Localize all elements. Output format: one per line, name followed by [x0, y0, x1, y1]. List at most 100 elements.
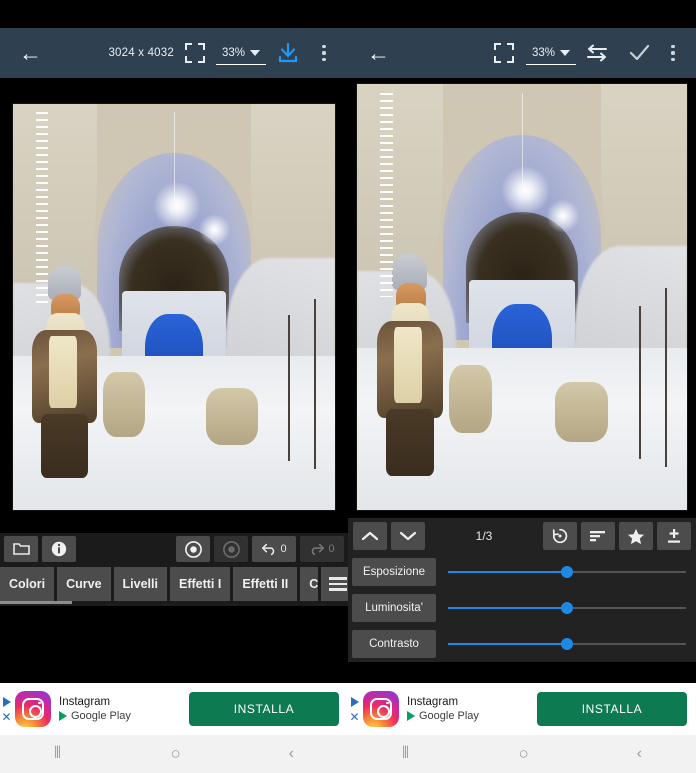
google-play-icon — [407, 711, 415, 721]
tab-scrollbar-thumb[interactable] — [0, 601, 72, 604]
install-button[interactable]: INSTALLA — [189, 692, 339, 726]
slider-row-luminosita: Luminosita' — [348, 590, 696, 626]
ad-store-label: Google Play — [419, 710, 479, 722]
next-preset-button[interactable] — [391, 522, 425, 550]
target-dim-icon — [222, 540, 240, 558]
tab-effetti-1[interactable]: Effetti I — [169, 567, 231, 601]
back-arrow-icon — [367, 41, 391, 65]
left-panel: 3024 x 4032 33% — [0, 28, 348, 735]
back-button[interactable] — [10, 28, 52, 78]
redo-count: 0 — [328, 543, 335, 555]
levels-button[interactable] — [581, 522, 615, 550]
plus-minus-icon — [668, 529, 680, 543]
recents-button[interactable]: ⦀ — [402, 745, 411, 763]
redo-button[interactable]: 0 — [300, 536, 344, 562]
previous-preset-button[interactable] — [353, 522, 387, 550]
favorite-button[interactable] — [619, 522, 653, 550]
tab-effetti-2[interactable]: Effetti II — [233, 567, 298, 601]
left-image-stage[interactable] — [0, 78, 348, 533]
right-photo[interactable] — [356, 83, 688, 511]
ad-text-block: Instagram Google Play — [407, 696, 479, 722]
install-button[interactable]: INSTALLA — [537, 692, 687, 726]
close-icon[interactable]: ✕ — [1, 711, 11, 723]
back-button[interactable]: ‹ — [637, 745, 642, 763]
back-arrow-icon — [19, 41, 43, 65]
slider-knob[interactable] — [561, 566, 573, 578]
right-back-button[interactable] — [358, 28, 400, 78]
left-photo[interactable] — [12, 103, 336, 511]
slider-knob[interactable] — [561, 602, 573, 614]
tab-colori[interactable]: Colori — [0, 567, 55, 601]
kebab-menu-icon — [665, 41, 681, 65]
tab-curve[interactable]: Curve — [57, 567, 111, 601]
adchoices-icon[interactable] — [2, 696, 11, 707]
slider-label-contrasto[interactable]: Contrasto — [352, 630, 436, 658]
confirm-button[interactable] — [618, 28, 660, 78]
compare-button[interactable] — [576, 28, 618, 78]
close-icon[interactable]: ✕ — [349, 711, 359, 723]
adjustment-header: 1/3 — [348, 518, 696, 554]
ad-controls[interactable]: ✕ — [348, 683, 361, 735]
slider-fill — [448, 571, 567, 573]
right-zoom-dropdown[interactable]: 33% — [525, 41, 576, 65]
instagram-icon — [363, 691, 399, 727]
slider-esposizione[interactable] — [448, 558, 686, 586]
home-button[interactable]: ○ — [518, 744, 528, 764]
right-ad-banner[interactable]: ✕ Instagram Google Play INSTALLA — [348, 683, 696, 735]
google-play-icon — [59, 711, 67, 721]
right-fullscreen-button[interactable] — [482, 28, 526, 78]
checkmark-icon — [627, 42, 651, 64]
zoom-level-label: 33% — [221, 46, 245, 59]
adchoices-icon[interactable] — [350, 696, 359, 707]
home-button[interactable]: ○ — [170, 744, 180, 764]
slider-label-luminosita[interactable]: Luminosita' — [352, 594, 436, 622]
fullscreen-button[interactable] — [174, 28, 216, 78]
left-ad-banner[interactable]: ✕ Instagram Google Play INSTALLA — [0, 683, 348, 735]
download-button[interactable] — [266, 28, 310, 78]
back-button[interactable]: ‹ — [289, 745, 294, 763]
reset-button[interactable] — [543, 522, 577, 550]
nav-group-right: ⦀ ○ ‹ — [348, 735, 696, 773]
undo-icon — [262, 543, 275, 556]
tab-overflow-menu-button[interactable] — [321, 567, 348, 601]
ad-controls[interactable]: ✕ — [0, 683, 13, 735]
image-dimensions-label: 3024 x 4032 — [108, 47, 174, 59]
slider-fill — [448, 643, 567, 645]
instagram-icon — [15, 691, 51, 727]
slider-luminosita[interactable] — [448, 594, 686, 622]
system-nav-bar: ⦀ ○ ‹ ⦀ ○ ‹ — [0, 735, 696, 773]
slider-knob[interactable] — [561, 638, 573, 650]
tab-scrollbar[interactable] — [0, 601, 348, 606]
right-image-stage[interactable] — [348, 78, 696, 518]
right-panel: 33% — [348, 28, 696, 735]
zoom-level-label: 33% — [531, 46, 555, 59]
zoom-dropdown[interactable]: 33% — [215, 41, 266, 65]
fullscreen-icon — [184, 43, 205, 63]
open-folder-button[interactable] — [4, 536, 38, 562]
effects-tab-bar: Colori Curve Livelli Effetti I Effetti I… — [0, 565, 348, 601]
image-info-button[interactable] — [42, 536, 76, 562]
record-active-button[interactable] — [176, 536, 210, 562]
star-icon — [627, 528, 645, 544]
right-overflow-button[interactable] — [660, 28, 686, 78]
recents-button[interactable]: ⦀ — [54, 745, 63, 763]
hamburger-menu-icon — [329, 577, 348, 591]
plus-minus-button[interactable] — [657, 522, 691, 550]
target-icon — [184, 540, 202, 558]
chevron-down-icon — [399, 531, 417, 541]
ad-store-line: Google Play — [59, 710, 131, 722]
tab-livelli[interactable]: Livelli — [113, 567, 167, 601]
record-inactive-button[interactable] — [214, 536, 248, 562]
slider-label-esposizione[interactable]: Esposizione — [352, 558, 436, 586]
slider-contrasto[interactable] — [448, 630, 686, 658]
chevron-up-icon — [361, 531, 379, 541]
folder-icon — [12, 543, 30, 555]
tab-cornici[interactable]: Cornici — [300, 567, 319, 601]
page-indicator: 1/3 — [475, 529, 493, 543]
undo-button[interactable]: 0 — [252, 536, 296, 562]
right-toolbar: 33% — [348, 28, 696, 78]
photo-scene-winter-village-preview — [357, 84, 687, 510]
kebab-menu-icon — [316, 41, 332, 65]
left-overflow-button[interactable] — [310, 28, 338, 78]
status-bar — [0, 0, 696, 28]
